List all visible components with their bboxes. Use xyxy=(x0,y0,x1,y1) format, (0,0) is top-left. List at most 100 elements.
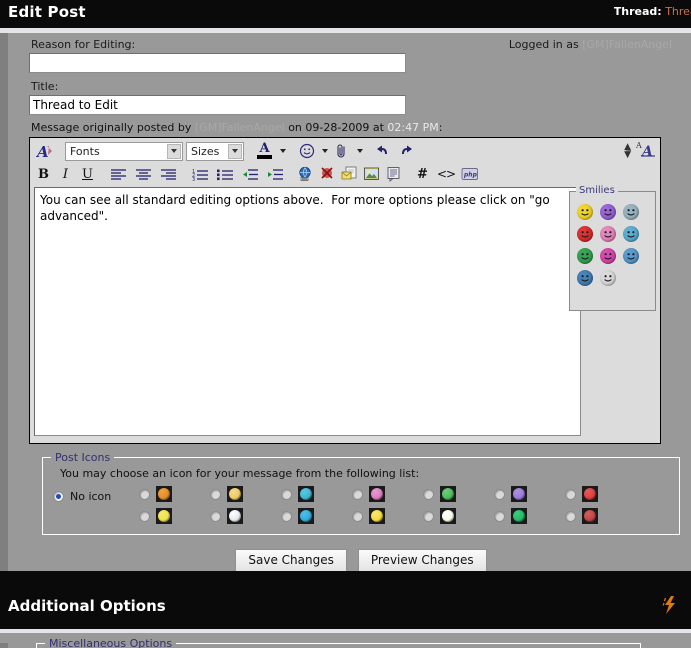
post-icon-cool[interactable] xyxy=(227,508,243,524)
insert-quote-icon[interactable] xyxy=(383,164,404,184)
radio-post-icon-talking[interactable] xyxy=(281,488,292,500)
posted-username[interactable]: [GM]FallenAngel xyxy=(195,121,285,134)
post-icon-idea[interactable] xyxy=(440,508,456,524)
insert-image-icon[interactable] xyxy=(361,164,382,184)
smilie-dropdown-arrow[interactable] xyxy=(318,141,330,161)
radio-post-icon-unsure[interactable] xyxy=(494,488,505,500)
underline-icon[interactable]: U xyxy=(77,164,98,184)
post-icon-option-lightbulb[interactable] xyxy=(139,485,210,503)
insert-php-icon[interactable]: php xyxy=(459,164,480,184)
smiley-wink-icon[interactable] xyxy=(577,270,593,286)
radio-post-icon-lightbulb[interactable] xyxy=(139,488,150,500)
post-icon-option-talking[interactable] xyxy=(281,485,352,503)
post-icon-smile[interactable] xyxy=(156,508,172,524)
smiley-mad-icon[interactable] xyxy=(577,226,593,242)
post-icon-option-tongue[interactable] xyxy=(352,485,423,503)
preview-changes-button[interactable]: Preview Changes xyxy=(357,549,487,572)
post-icon-talking[interactable] xyxy=(298,486,314,502)
font-size-dropdown-arrow[interactable] xyxy=(228,143,242,159)
radio-post-icon-cool[interactable] xyxy=(210,510,221,522)
wysiwyg-toggle-icon[interactable]: A xyxy=(33,141,57,161)
post-icon-option-evilgrin[interactable] xyxy=(423,485,494,503)
post-icon-option-thumbsup[interactable] xyxy=(210,485,281,503)
post-icon-radio-no-icon[interactable] xyxy=(53,490,64,502)
collapse-editor-icon[interactable]: ▼̅ xyxy=(624,150,631,159)
radio-post-icon-thumbsup[interactable] xyxy=(210,488,221,500)
post-icon-thumbsdown[interactable] xyxy=(582,508,598,524)
thread-label: Thread: xyxy=(613,5,662,18)
smiley-rolleyes-icon[interactable] xyxy=(623,248,639,264)
post-icons-legend: Post Icons xyxy=(51,451,115,464)
smiley-confused-icon[interactable] xyxy=(600,204,616,220)
insert-html-icon[interactable]: <> xyxy=(434,164,458,184)
radio-post-icon-angry[interactable] xyxy=(565,488,576,500)
outdent-icon[interactable] xyxy=(238,164,262,184)
post-icon-tongue[interactable] xyxy=(369,486,385,502)
logged-in-username[interactable]: [GM]FallenAngel xyxy=(582,38,672,51)
font-family-dropdown-arrow[interactable] xyxy=(167,143,181,159)
insert-code-icon[interactable]: # xyxy=(412,164,433,184)
save-changes-button[interactable]: Save Changes xyxy=(235,549,347,572)
radio-post-icon-smile[interactable] xyxy=(139,510,150,522)
attachment-icon[interactable] xyxy=(331,141,352,161)
radio-post-icon-idea[interactable] xyxy=(423,510,434,522)
post-icon-option-thumbsdown[interactable] xyxy=(565,507,636,525)
post-icon-option-exclaim[interactable] xyxy=(352,507,423,525)
radio-post-icon-tongue[interactable] xyxy=(352,488,363,500)
title-label: Title: xyxy=(31,80,59,93)
smiley-redface-icon[interactable] xyxy=(600,226,616,242)
font-color-dropdown-arrow[interactable] xyxy=(276,141,288,161)
smiley-eek-icon[interactable] xyxy=(623,204,639,220)
post-icon-lightbulb[interactable] xyxy=(156,486,172,502)
insert-link-icon[interactable] xyxy=(295,164,316,184)
post-icon-option-unsure[interactable] xyxy=(494,485,565,503)
smiley-frown-icon[interactable] xyxy=(600,270,616,286)
bold-icon[interactable]: B xyxy=(33,164,54,184)
smiley-biggrin-icon[interactable] xyxy=(577,248,593,264)
post-icon-evilgrin[interactable] xyxy=(440,486,456,502)
font-family-select[interactable]: Fonts xyxy=(65,141,183,161)
radio-post-icon-arrow[interactable] xyxy=(494,510,505,522)
post-icon-arrow[interactable] xyxy=(511,508,527,524)
radio-post-icon-evilgrin[interactable] xyxy=(423,488,434,500)
smilie-insert-icon[interactable] xyxy=(296,141,317,161)
post-icon-thumbsup[interactable] xyxy=(227,486,243,502)
smiley-smile-icon[interactable] xyxy=(577,204,593,220)
align-right-icon[interactable] xyxy=(156,164,180,184)
italic-icon[interactable]: I xyxy=(55,164,76,184)
redo-icon[interactable] xyxy=(395,141,416,161)
post-icon-option-no-icon[interactable]: No icon xyxy=(53,487,139,505)
font-color-icon[interactable]: A xyxy=(254,141,275,161)
smiley-tongue-icon[interactable] xyxy=(600,248,616,264)
insert-email-icon[interactable] xyxy=(339,164,360,184)
thread-name-link[interactable]: Thread to Edit xyxy=(665,5,691,18)
remove-link-icon[interactable] xyxy=(317,164,338,184)
post-icon-option-angry[interactable] xyxy=(565,485,636,503)
post-icon-exclaim[interactable] xyxy=(369,508,385,524)
indent-icon[interactable] xyxy=(263,164,287,184)
post-icon-option-question[interactable] xyxy=(281,507,352,525)
align-center-icon[interactable] xyxy=(131,164,155,184)
post-icon-angry[interactable] xyxy=(582,486,598,502)
post-icon-option-smile[interactable] xyxy=(139,507,210,525)
post-icon-unsure[interactable] xyxy=(511,486,527,502)
smiley-cool-icon[interactable] xyxy=(623,226,639,242)
ordered-list-icon[interactable]: 1 2 3 xyxy=(188,164,212,184)
post-icon-option-arrow[interactable] xyxy=(494,507,565,525)
title-input[interactable] xyxy=(29,95,406,115)
radio-post-icon-thumbsdown[interactable] xyxy=(565,510,576,522)
unordered-list-icon[interactable] xyxy=(213,164,237,184)
reason-for-editing-input[interactable] xyxy=(29,53,406,73)
editor-resize-controls[interactable]: ▲̲ ▼̅ xyxy=(624,142,631,159)
font-size-select[interactable]: Sizes xyxy=(186,141,244,161)
undo-icon[interactable] xyxy=(373,141,394,161)
attachment-dropdown-arrow[interactable] xyxy=(353,141,365,161)
message-textarea[interactable] xyxy=(34,187,581,436)
radio-post-icon-question[interactable] xyxy=(281,510,292,522)
post-icon-option-cool[interactable] xyxy=(210,507,281,525)
align-left-icon[interactable] xyxy=(106,164,130,184)
radio-post-icon-exclaim[interactable] xyxy=(352,510,363,522)
post-icon-option-idea[interactable] xyxy=(423,507,494,525)
post-icon-question[interactable] xyxy=(298,508,314,524)
toggle-font-size-icon[interactable]: A A xyxy=(635,140,656,161)
